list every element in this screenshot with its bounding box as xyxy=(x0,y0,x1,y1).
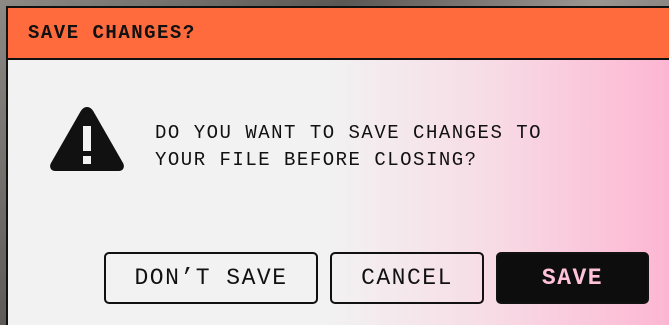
cancel-button[interactable]: CANCEL xyxy=(330,252,484,304)
save-changes-dialog: SAVE CHANGES? DO YOU WANT TO SAVE CHANGE… xyxy=(6,6,669,325)
save-button[interactable]: SAVE xyxy=(496,252,649,304)
warning-triangle-icon xyxy=(50,107,124,171)
dialog-titlebar[interactable]: SAVE CHANGES? xyxy=(8,8,669,60)
dialog-message: DO YOU WANT TO SAVE CHANGES TO YOUR FILE… xyxy=(155,122,543,171)
dont-save-button[interactable]: DON’T SAVE xyxy=(104,252,318,304)
dialog-body: DO YOU WANT TO SAVE CHANGES TO YOUR FILE… xyxy=(8,60,669,325)
dialog-title: SAVE CHANGES? xyxy=(28,22,196,44)
